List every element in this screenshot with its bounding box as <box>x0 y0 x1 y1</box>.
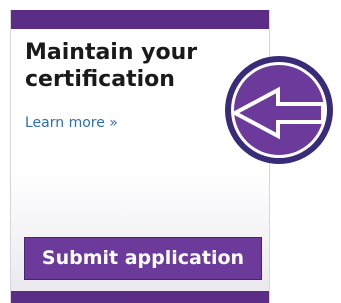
card-top-bar <box>11 10 269 29</box>
card-bottom-bar <box>11 291 269 303</box>
left-arrow-icon <box>225 56 333 164</box>
card-heading: Maintain your certification <box>25 40 198 92</box>
submit-application-button[interactable]: Submit application <box>24 237 262 280</box>
learn-more-link[interactable]: Learn more » <box>25 114 118 132</box>
arrow-badge[interactable] <box>223 54 335 166</box>
